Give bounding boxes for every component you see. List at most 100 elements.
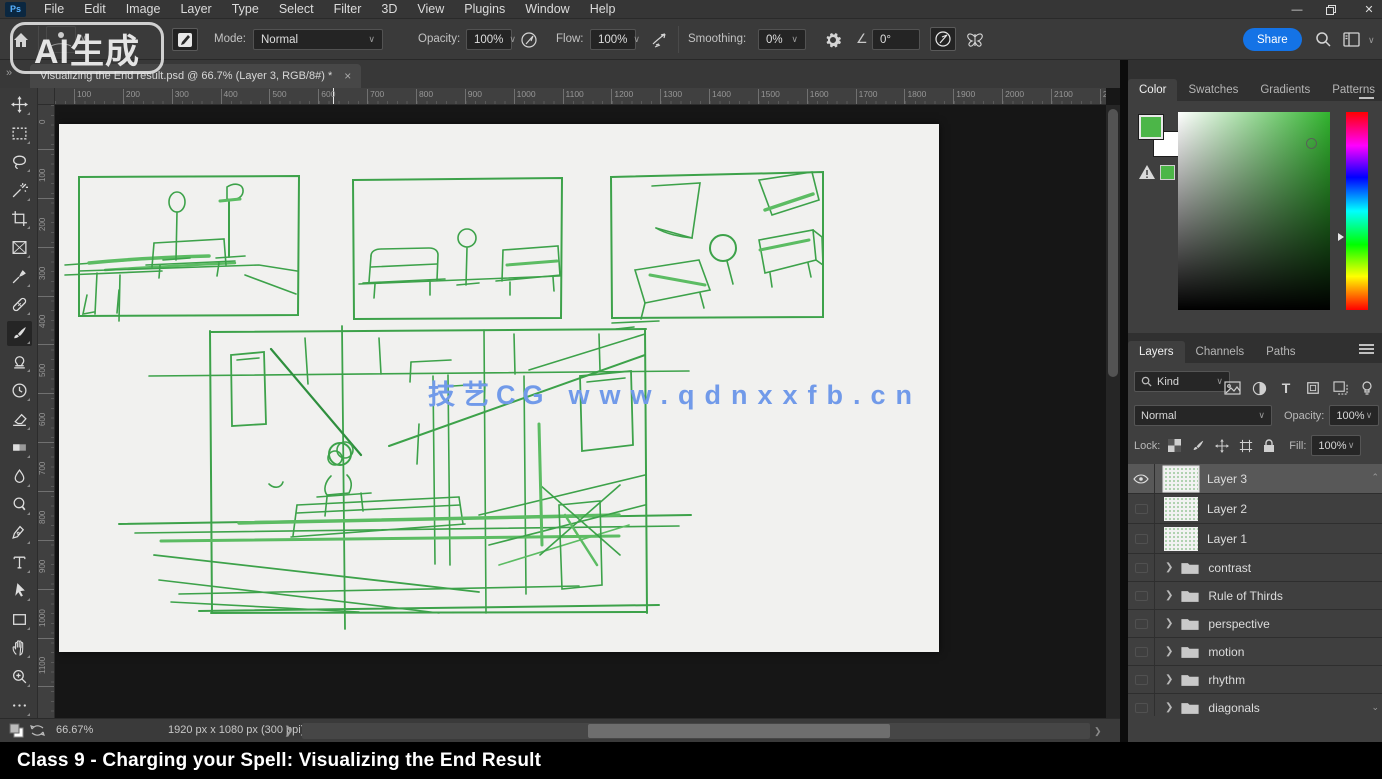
menu-edit[interactable]: Edit <box>74 0 116 19</box>
hand-tool[interactable] <box>7 635 32 660</box>
mode-select[interactable]: Normal∨ <box>253 29 383 50</box>
tab-color[interactable]: Color <box>1128 79 1177 101</box>
layer-opacity-select[interactable]: 100%∨ <box>1329 405 1379 426</box>
workspace-icon[interactable] <box>1340 29 1362 50</box>
vertical-scrollbar[interactable] <box>1106 105 1120 718</box>
brush-angle-input[interactable]: 0° <box>872 29 920 50</box>
zoom-tool[interactable] <box>7 664 32 689</box>
eyedropper-tool[interactable] <box>7 264 32 289</box>
menu-image[interactable]: Image <box>116 0 171 19</box>
move-tool[interactable] <box>7 92 32 117</box>
lock-transparency-icon[interactable] <box>1168 439 1181 452</box>
pressure-opacity-icon[interactable] <box>518 29 540 50</box>
visibility-toggle[interactable] <box>1128 638 1155 665</box>
status-chevron-icon[interactable]: ❯ <box>284 724 293 737</box>
hue-slider-marker[interactable] <box>1338 233 1344 241</box>
tab-layers[interactable]: Layers <box>1128 341 1185 363</box>
menu-plugins[interactable]: Plugins <box>454 0 515 19</box>
visibility-toggle[interactable] <box>1128 582 1155 609</box>
filter-artboards-icon[interactable] <box>1358 379 1376 397</box>
layer-fill-select[interactable]: 100%∨ <box>1311 435 1361 456</box>
horizontal-scrollbar[interactable] <box>302 723 1090 739</box>
filter-type-layers-icon[interactable]: T <box>1277 379 1295 397</box>
filter-shape-layers-icon[interactable] <box>1304 379 1322 397</box>
lasso-tool[interactable] <box>7 149 32 174</box>
group-expand-icon[interactable]: ❯ <box>1165 562 1173 573</box>
brush-tool[interactable] <box>7 321 32 346</box>
group-expand-icon[interactable]: ❯ <box>1165 590 1173 601</box>
symmetry-butterfly-icon[interactable] <box>964 29 986 50</box>
smoothing-select[interactable]: 0%∨ <box>758 29 806 50</box>
toggle-brush-panel-icon[interactable] <box>172 28 198 51</box>
swap-colors-icon[interactable] <box>30 724 45 737</box>
close-button[interactable]: ✕ <box>1362 3 1376 16</box>
lock-pixels-icon[interactable] <box>1191 439 1205 453</box>
panel-menu-icon[interactable] <box>1359 344 1374 354</box>
layer-row-contrast[interactable]: ❯contrast <box>1128 554 1382 582</box>
menu-type[interactable]: Type <box>222 0 269 19</box>
blend-mode-select[interactable]: Normal∨ <box>1134 405 1272 426</box>
spot-healing-tool[interactable] <box>7 292 32 317</box>
dodge-tool[interactable] <box>7 492 32 517</box>
layer-row-layer-1[interactable]: Layer 1 <box>1128 524 1382 554</box>
gradient-tool[interactable] <box>7 435 32 460</box>
visibility-toggle[interactable] <box>1128 666 1155 693</box>
layer-thumbnail[interactable] <box>1164 467 1198 491</box>
object-selection-tool[interactable] <box>7 178 32 203</box>
lock-all-icon[interactable] <box>1263 439 1275 453</box>
clone-stamp-tool[interactable] <box>7 349 32 374</box>
visibility-toggle[interactable] <box>1128 694 1155 716</box>
tab-channels[interactable]: Channels <box>1185 341 1256 363</box>
search-icon[interactable] <box>1312 29 1334 50</box>
frame-tool[interactable] <box>7 235 32 260</box>
rectangular-marquee-tool[interactable] <box>7 121 32 146</box>
layer-row-diagonals[interactable]: ❯diagonals <box>1128 694 1382 716</box>
visibility-toggle[interactable] <box>1128 524 1155 553</box>
tab-overflow-icon[interactable]: » <box>6 67 11 79</box>
airbrush-icon[interactable] <box>648 29 670 50</box>
zoom-level[interactable]: 66.67% <box>56 724 93 736</box>
edit-toolbar-tool[interactable] <box>7 693 32 718</box>
chevron-down-icon[interactable]: ∨ <box>1368 35 1375 46</box>
tab-gradients[interactable]: Gradients <box>1249 79 1321 101</box>
flow-select[interactable]: 100%∨ <box>590 29 636 50</box>
filter-smart-objects-icon[interactable] <box>1331 379 1349 397</box>
tab-swatches[interactable]: Swatches <box>1177 79 1249 101</box>
scroll-right-icon[interactable]: ❯ <box>1094 726 1102 737</box>
horizontal-scrollbar-thumb[interactable] <box>588 724 890 738</box>
scroll-down-icon[interactable]: ⌄ <box>1371 702 1379 713</box>
lock-artboard-icon[interactable] <box>1239 439 1253 453</box>
crop-tool[interactable] <box>7 206 32 231</box>
lock-position-icon[interactable] <box>1215 439 1229 453</box>
visibility-toggle[interactable] <box>1128 554 1155 581</box>
group-expand-icon[interactable]: ❯ <box>1165 702 1173 713</box>
menu-layer[interactable]: Layer <box>170 0 221 19</box>
filter-pixel-layers-icon[interactable] <box>1223 379 1241 397</box>
layer-row-rhythm[interactable]: ❯rhythm <box>1128 666 1382 694</box>
color-field-cursor[interactable] <box>1306 138 1317 149</box>
path-selection-tool[interactable] <box>7 578 32 603</box>
eraser-tool[interactable] <box>7 407 32 432</box>
layer-row-layer-3[interactable]: Layer 3 <box>1128 464 1382 494</box>
filter-adjustment-layers-icon[interactable] <box>1250 379 1268 397</box>
color-field[interactable] <box>1178 112 1330 310</box>
layer-row-motion[interactable]: ❯motion <box>1128 638 1382 666</box>
menu-3d[interactable]: 3D <box>371 0 407 19</box>
layer-thumbnail[interactable] <box>1164 527 1198 551</box>
minimize-button[interactable]: — <box>1290 4 1304 16</box>
menu-file[interactable]: File <box>34 0 74 19</box>
hue-slider[interactable] <box>1346 112 1368 310</box>
visibility-toggle[interactable] <box>1128 610 1155 637</box>
layer-thumbnail[interactable] <box>1164 497 1198 521</box>
layer-filter-select[interactable]: Kind∨ <box>1134 371 1230 392</box>
menu-help[interactable]: Help <box>580 0 626 19</box>
layer-row-perspective[interactable]: ❯perspective <box>1128 610 1382 638</box>
gamut-color-swatch[interactable] <box>1160 165 1175 180</box>
blur-tool[interactable] <box>7 464 32 489</box>
visibility-toggle[interactable] <box>1128 464 1155 493</box>
menu-view[interactable]: View <box>407 0 454 19</box>
pen-tool[interactable] <box>7 521 32 546</box>
group-expand-icon[interactable]: ❯ <box>1165 674 1173 685</box>
history-brush-tool[interactable] <box>7 378 32 403</box>
pressure-size-icon[interactable] <box>930 27 956 51</box>
